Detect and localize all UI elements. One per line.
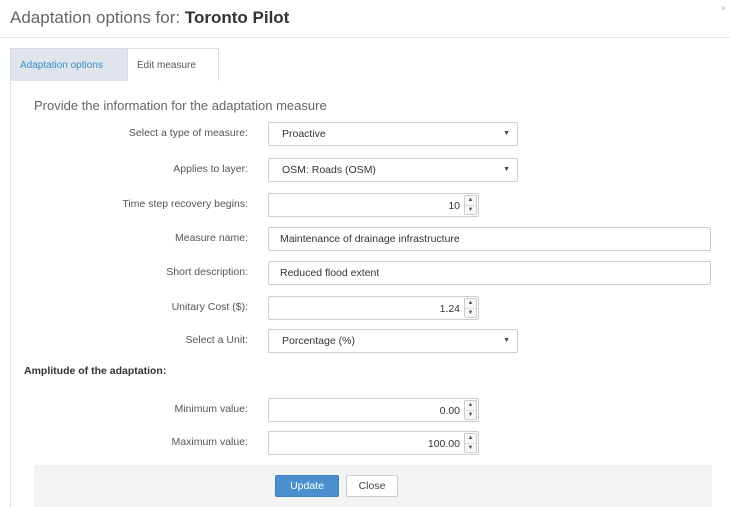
- row-unitary-cost: Unitary Cost ($): 1.24 ▲ ▼: [0, 296, 730, 322]
- row-measure-type: Select a type of measure: Proactive ▼: [0, 122, 730, 148]
- row-minimum: Minimum value: 0.00 ▲ ▼: [0, 398, 730, 424]
- maximum-label: Maximum value:: [171, 436, 248, 448]
- short-description-input[interactable]: Reduced flood extent: [268, 261, 711, 285]
- unitary-cost-value: 1.24: [439, 303, 460, 315]
- decrement-arrow-icon[interactable]: ▼: [465, 308, 476, 317]
- maximum-spinner: ▲ ▼: [464, 433, 477, 453]
- title-prefix: Adaptation options for:: [10, 8, 185, 27]
- unit-label: Select a Unit:: [185, 334, 248, 346]
- recovery-step-input[interactable]: 10 ▲ ▼: [268, 193, 479, 217]
- unitary-cost-label: Unitary Cost ($):: [171, 301, 248, 313]
- minimum-value: 0.00: [439, 405, 460, 417]
- increment-arrow-icon[interactable]: ▲: [465, 401, 476, 410]
- row-short-description: Short description: Reduced flood extent: [0, 261, 730, 287]
- recovery-step-spinner: ▲ ▼: [464, 195, 477, 215]
- update-button[interactable]: Update: [275, 475, 339, 497]
- tab-adaptation-options[interactable]: Adaptation options: [10, 48, 128, 81]
- row-recovery-step: Time step recovery begins: 10 ▲ ▼: [0, 193, 730, 219]
- layer-select[interactable]: OSM: Roads (OSM) ▼: [268, 158, 518, 182]
- layer-label: Applies to layer:: [173, 163, 248, 175]
- measure-name-input[interactable]: Maintenance of drainage infrastructure: [268, 227, 711, 251]
- minimum-spinner: ▲ ▼: [464, 400, 477, 420]
- decrement-arrow-icon[interactable]: ▼: [465, 410, 476, 419]
- chevron-down-icon: ▼: [503, 130, 510, 137]
- modal-title: Adaptation options for: Toronto Pilot: [10, 8, 289, 28]
- row-layer: Applies to layer: OSM: Roads (OSM) ▼: [0, 158, 730, 184]
- section-title: Provide the information for the adaptati…: [34, 98, 327, 113]
- measure-type-label: Select a type of measure:: [128, 127, 248, 139]
- measure-name-label: Measure name:: [175, 232, 248, 244]
- close-icon[interactable]: ×: [721, 3, 726, 13]
- project-name: Toronto Pilot: [184, 8, 290, 27]
- short-description-label: Short description:: [166, 266, 248, 278]
- decrement-arrow-icon[interactable]: ▼: [465, 205, 476, 214]
- row-unit: Select a Unit: Porcentage (%) ▼: [0, 329, 730, 355]
- measure-type-select[interactable]: Proactive ▼: [268, 122, 518, 146]
- maximum-input[interactable]: 100.00 ▲ ▼: [268, 431, 479, 455]
- increment-arrow-icon[interactable]: ▲: [465, 196, 476, 205]
- layer-value: OSM: Roads (OSM): [282, 164, 376, 176]
- measure-type-value: Proactive: [282, 128, 326, 140]
- close-button[interactable]: Close: [346, 475, 398, 497]
- minimum-label: Minimum value:: [174, 403, 248, 415]
- unit-value: Porcentage (%): [282, 335, 355, 347]
- recovery-step-label: Time step recovery begins:: [122, 198, 248, 210]
- modal-header: Adaptation options for: Toronto Pilot ×: [0, 0, 730, 38]
- tab-edit-measure[interactable]: Edit measure: [128, 48, 219, 81]
- chevron-down-icon: ▼: [503, 166, 510, 173]
- unitary-cost-spinner: ▲ ▼: [464, 298, 477, 318]
- increment-arrow-icon[interactable]: ▲: [465, 299, 476, 308]
- row-maximum: Maximum value: 100.00 ▲ ▼: [0, 431, 730, 457]
- row-measure-name: Measure name: Maintenance of drainage in…: [0, 227, 730, 253]
- maximum-value: 100.00: [427, 438, 460, 450]
- decrement-arrow-icon[interactable]: ▼: [465, 443, 476, 452]
- amplitude-heading: Amplitude of the adaptation:: [24, 365, 167, 377]
- chevron-down-icon: ▼: [503, 337, 510, 344]
- unitary-cost-input[interactable]: 1.24 ▲ ▼: [268, 296, 479, 320]
- recovery-step-value: 10: [448, 200, 460, 212]
- unit-select[interactable]: Porcentage (%) ▼: [268, 329, 518, 353]
- increment-arrow-icon[interactable]: ▲: [465, 434, 476, 443]
- minimum-input[interactable]: 0.00 ▲ ▼: [268, 398, 479, 422]
- modal-footer: Update Close: [34, 465, 712, 507]
- tab-bar: Adaptation options Edit measure: [10, 48, 219, 81]
